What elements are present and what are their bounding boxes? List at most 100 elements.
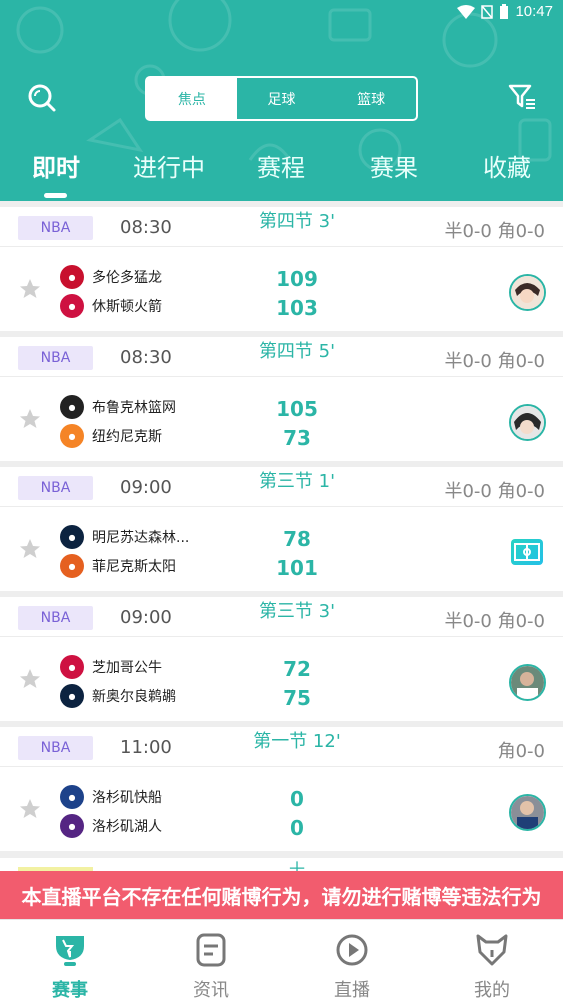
bulls-logo-icon: ● (60, 655, 84, 679)
home-score: 105 (276, 397, 318, 421)
main-tabs: 即时 进行中 赛程 赛果 收藏 (0, 148, 563, 188)
raptors-logo-icon: ● (60, 265, 84, 289)
nav-label: 赛事 (52, 980, 88, 1001)
match-meta: 半0-0 角0-0 (444, 221, 545, 242)
home-score: 78 (283, 527, 311, 551)
star-icon[interactable] (18, 667, 42, 691)
header: 10:47 焦点 足球 篮球 即时 进行中 赛程 赛果 收藏 (0, 0, 563, 201)
avatar-anime-icon (511, 276, 544, 309)
match-card[interactable]: NBA 11:00 第一节 12' 角0-0 ● 洛杉矶快船 ● 洛杉矶湖人 0… (0, 727, 563, 851)
nav-item-news[interactable]: 资讯 (171, 920, 251, 1002)
tab-in-progress[interactable]: 进行中 (133, 148, 205, 183)
away-score: 0 (290, 816, 304, 840)
match-meta: 半0-0 角0-0 (444, 611, 545, 632)
match-card[interactable]: NBA 08:30 第四节 5' 半0-0 角0-0 ● 布鲁克林篮网 ● 纽约… (0, 337, 563, 461)
home-team-name: 洛杉矶快船 (92, 790, 162, 806)
active-tab-indicator (44, 193, 67, 198)
sport-segment-control: 焦点 足球 篮球 (145, 76, 418, 121)
match-time: 11:00 (120, 737, 172, 758)
match-period-partial: 十 (288, 860, 306, 871)
home-team: ● 明尼苏达森林... (60, 525, 189, 549)
nav-item-profile[interactable]: 我的 (452, 920, 532, 1002)
segment-basketball[interactable]: 篮球 (326, 78, 416, 119)
match-period: 第一节 12' (253, 731, 341, 752)
signal-off-icon (481, 4, 494, 19)
home-team-name: 明尼苏达森林... (92, 530, 190, 546)
away-team: ● 菲尼克斯太阳 (60, 554, 176, 578)
match-card[interactable]: NBA 09:00 第三节 3' 半0-0 角0-0 ● 芝加哥公牛 ● 新奥尔… (0, 597, 563, 721)
match-card[interactable]: NBA 08:30 第四节 3' 半0-0 角0-0 ● 多伦多猛龙 ● 休斯顿… (0, 207, 563, 331)
match-period: 第三节 1' (258, 471, 336, 492)
match-period: 第四节 3' (258, 211, 336, 232)
star-icon[interactable] (18, 537, 42, 561)
battery-icon (500, 3, 509, 19)
home-score: 109 (276, 267, 318, 291)
tab-favorites[interactable]: 收藏 (483, 148, 531, 183)
match-card[interactable]: NBA 09:00 第三节 1' 半0-0 角0-0 ● 明尼苏达森林... ●… (0, 467, 563, 591)
tab-live[interactable]: 即时 (32, 148, 80, 183)
segment-focus[interactable]: 焦点 (147, 78, 237, 119)
away-team: ● 休斯顿火箭 (60, 294, 162, 318)
segment-football[interactable]: 足球 (237, 78, 327, 119)
gambling-warning-banner: 本直播平台不存在任何赌博行为，请勿进行赌博等违法行为 (0, 871, 563, 919)
match-header: NBA 09:00 第三节 1' 半0-0 角0-0 (0, 467, 563, 507)
fox-icon (476, 934, 508, 966)
match-header: NBA 09:00 第三节 3' 半0-0 角0-0 (0, 597, 563, 637)
knicks-logo-icon: ● (60, 424, 84, 448)
search-icon[interactable] (26, 82, 58, 114)
match-list[interactable]: NBA 08:30 第四节 3' 半0-0 角0-0 ● 多伦多猛龙 ● 休斯顿… (0, 201, 563, 871)
match-card-partial[interactable]: 十 (0, 858, 563, 871)
match-period: 第四节 5' (258, 341, 336, 362)
match-time: 08:30 (120, 347, 172, 368)
play-icon (336, 934, 368, 966)
league-badge: NBA (18, 736, 93, 760)
match-meta: 半0-0 角0-0 (444, 481, 545, 502)
match-time: 08:30 (120, 217, 172, 238)
streamer-avatar[interactable] (509, 404, 546, 441)
league-badge: NBA (18, 476, 93, 500)
match-time: 09:00 (120, 607, 172, 628)
home-score: 0 (290, 787, 304, 811)
home-team-name: 芝加哥公牛 (92, 660, 162, 676)
live-court-icon[interactable] (511, 539, 543, 565)
avatar-anime-icon (511, 406, 544, 439)
nav-item-events[interactable]: 赛事 (30, 920, 110, 1002)
home-score: 72 (283, 657, 311, 681)
filter-icon[interactable] (507, 82, 537, 112)
trophy-icon (56, 936, 84, 966)
avatar-player-icon (511, 666, 544, 699)
clock: 10:47 (515, 3, 553, 20)
away-score: 103 (276, 296, 318, 320)
nav-label: 我的 (474, 980, 510, 1001)
away-team-name: 菲尼克斯太阳 (92, 559, 176, 575)
streamer-avatar[interactable] (509, 274, 546, 311)
suns-logo-icon: ● (60, 554, 84, 578)
home-team: ● 芝加哥公牛 (60, 655, 162, 679)
away-score: 73 (283, 426, 311, 450)
away-team: ● 洛杉矶湖人 (60, 814, 162, 838)
match-header: NBA 11:00 第一节 12' 角0-0 (0, 727, 563, 767)
match-header: NBA 08:30 第四节 3' 半0-0 角0-0 (0, 207, 563, 247)
away-team-name: 洛杉矶湖人 (92, 819, 162, 835)
home-team: ● 洛杉矶快船 (60, 785, 162, 809)
star-icon[interactable] (18, 277, 42, 301)
away-team-name: 新奥尔良鹈鹕 (92, 689, 176, 705)
rockets-logo-icon: ● (60, 294, 84, 318)
bottom-navigation: 赛事 资讯 直播 我的 (0, 919, 563, 1002)
nav-label: 资讯 (193, 980, 229, 1001)
league-badge: NBA (18, 216, 93, 240)
star-icon[interactable] (18, 407, 42, 431)
match-header: NBA 08:30 第四节 5' 半0-0 角0-0 (0, 337, 563, 377)
streamer-avatar[interactable] (509, 664, 546, 701)
timberwolves-logo-icon: ● (60, 525, 84, 549)
tab-schedule[interactable]: 赛程 (257, 148, 305, 183)
star-icon[interactable] (18, 797, 42, 821)
league-badge: NBA (18, 606, 93, 630)
pelicans-logo-icon: ● (60, 684, 84, 708)
tab-results[interactable]: 赛果 (370, 148, 418, 183)
avatar-player-icon (511, 796, 544, 829)
home-team: ● 布鲁克林篮网 (60, 395, 176, 419)
nav-item-live[interactable]: 直播 (312, 920, 392, 1002)
away-team: ● 纽约尼克斯 (60, 424, 162, 448)
streamer-avatar[interactable] (509, 794, 546, 831)
